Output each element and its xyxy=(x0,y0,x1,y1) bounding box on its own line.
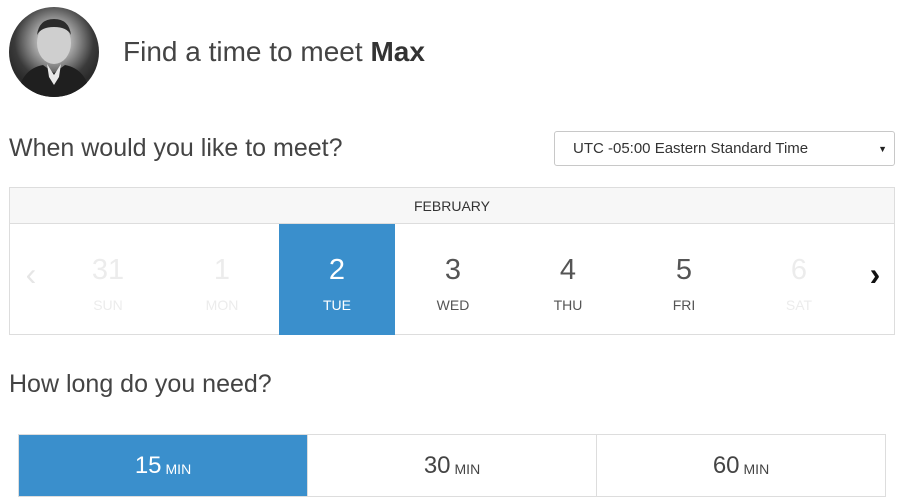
calendar-day[interactable]: 31 SUN xyxy=(50,224,166,335)
duration-value: 30 xyxy=(423,451,451,479)
title-name: Max xyxy=(370,36,425,67)
day-number: 1 xyxy=(213,254,231,286)
duration-unit: MIN xyxy=(454,460,481,477)
page-title: Find a time to meet Max xyxy=(123,36,425,68)
chevron-right-icon[interactable]: › xyxy=(860,254,890,294)
duration-value: 60 xyxy=(712,451,740,479)
caret-down-icon: ▼ xyxy=(878,143,887,154)
person-photo-icon xyxy=(17,19,91,97)
calendar-day[interactable]: 5 FRI xyxy=(626,224,742,335)
duration-options: 15 MIN 30 MIN 60 MIN xyxy=(18,434,886,497)
chevron-left-icon[interactable]: ‹ xyxy=(16,254,46,294)
duration-option-60[interactable]: 60 MIN xyxy=(596,435,885,496)
duration-unit: MIN xyxy=(165,460,192,477)
title-prefix: Find a time to meet xyxy=(123,36,363,67)
day-number: 2 xyxy=(328,254,346,286)
meet-row: When would you like to meet? UTC -05:00 … xyxy=(9,130,895,166)
day-number: 31 xyxy=(91,254,125,286)
day-of-week: THU xyxy=(553,297,583,313)
calendar-day[interactable]: 3 WED xyxy=(395,224,511,335)
day-of-week: FRI xyxy=(672,297,696,313)
day-of-week: SUN xyxy=(93,297,123,313)
calendar-day[interactable]: 4 THU xyxy=(510,224,626,335)
day-of-week: MON xyxy=(205,297,239,313)
day-of-week: TUE xyxy=(323,297,351,313)
calendar-day[interactable]: 2 TUE xyxy=(279,224,395,335)
duration-option-30[interactable]: 30 MIN xyxy=(307,435,596,496)
calendar-day[interactable]: 1 MON xyxy=(164,224,280,335)
duration-option-15[interactable]: 15 MIN xyxy=(19,435,307,496)
day-of-week: SAT xyxy=(785,297,813,313)
avatar xyxy=(9,7,99,97)
header: Find a time to meet Max xyxy=(9,7,425,97)
day-number: 4 xyxy=(559,254,577,286)
calendar-day[interactable]: 6 SAT xyxy=(741,224,857,335)
duration-value: 15 xyxy=(134,451,162,479)
day-number: 6 xyxy=(790,254,808,286)
day-of-week: WED xyxy=(436,297,470,313)
timezone-value: UTC -05:00 Eastern Standard Time xyxy=(573,139,809,157)
day-number: 3 xyxy=(444,254,462,286)
duration-unit: MIN xyxy=(743,460,770,477)
meet-heading: When would you like to meet? xyxy=(9,133,343,162)
day-number: 5 xyxy=(675,254,693,286)
duration-heading: How long do you need? xyxy=(9,370,272,398)
date-picker: FEBRUARY ‹ 31 SUN 1 MON 2 TUE 3 WED 4 TH… xyxy=(9,187,895,335)
timezone-select[interactable]: UTC -05:00 Eastern Standard Time ▼ xyxy=(554,130,895,166)
calendar-days: ‹ 31 SUN 1 MON 2 TUE 3 WED 4 THU 5 FRI 6… xyxy=(10,224,894,335)
calendar-month: FEBRUARY xyxy=(10,188,894,224)
